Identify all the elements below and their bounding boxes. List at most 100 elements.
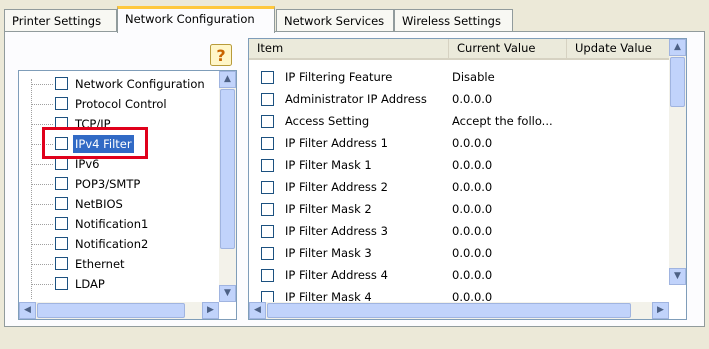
table-row[interactable]: Administrator IP Address 0.0.0.0: [249, 89, 669, 110]
tree-item-label: LDAP: [75, 277, 105, 291]
row-item: IP Filtering Feature: [285, 70, 393, 84]
row-checkbox[interactable]: [261, 269, 274, 282]
status-bar: [0, 327, 709, 349]
row-checkbox[interactable]: [261, 247, 274, 260]
table-row[interactable]: IP Filter Mask 3 0.0.0.0: [249, 243, 669, 264]
row-current-value: Disable: [452, 70, 495, 84]
row-item: IP Filter Address 4: [285, 268, 388, 282]
tab-printer-settings[interactable]: Printer Settings: [4, 9, 117, 31]
tree-item-label: POP3/SMTP: [75, 177, 141, 191]
row-current-value: 0.0.0.0: [452, 202, 493, 216]
tab-label: Network Services: [284, 14, 385, 28]
list-horizontal-scrollbar[interactable]: ◀ ▶: [249, 302, 669, 319]
row-current-value: 0.0.0.0: [452, 136, 493, 150]
tree-checkbox[interactable]: [55, 237, 68, 250]
row-item: IP Filter Address 2: [285, 180, 388, 194]
tab-label: Wireless Settings: [402, 14, 501, 28]
scroll-right-arrow-icon[interactable]: ▶: [202, 302, 219, 319]
settings-tree: Network Configuration Protocol Control T…: [18, 70, 237, 320]
column-label: Update Value: [575, 41, 652, 55]
row-item: Access Setting: [285, 114, 370, 128]
tree-checkbox[interactable]: [55, 277, 68, 290]
column-header-current-value[interactable]: Current Value: [449, 39, 567, 58]
row-item: Administrator IP Address: [285, 92, 427, 106]
scroll-left-arrow-icon[interactable]: ◀: [249, 302, 266, 319]
tree-checkbox[interactable]: [55, 217, 68, 230]
scroll-down-arrow-icon[interactable]: ▼: [219, 285, 236, 302]
row-current-value: 0.0.0.0: [452, 180, 493, 194]
row-checkbox[interactable]: [261, 159, 274, 172]
row-current-value: 0.0.0.0: [452, 246, 493, 260]
tree-item-label: Network Configuration: [75, 77, 205, 91]
row-current-value: 0.0.0.0: [452, 158, 493, 172]
column-label: Item: [257, 41, 284, 55]
tree-item-label: Ethernet: [75, 257, 125, 271]
highlight-box: [42, 127, 148, 159]
tab-label: Network Configuration: [125, 12, 255, 26]
scrollbar-thumb[interactable]: [220, 89, 235, 249]
tree-horizontal-scrollbar[interactable]: ◀ ▶: [19, 302, 219, 319]
table-row[interactable]: IP Filter Mask 2 0.0.0.0: [249, 199, 669, 220]
tree-item-label: Protocol Control: [75, 97, 167, 111]
row-item: IP Filter Mask 3: [285, 246, 372, 260]
tree-checkbox[interactable]: [55, 77, 68, 90]
tab-network-services[interactable]: Network Services: [276, 9, 394, 31]
tree-connector: [31, 244, 53, 245]
tab-wireless-settings[interactable]: Wireless Settings: [394, 9, 513, 31]
scroll-down-arrow-icon[interactable]: ▼: [669, 268, 686, 285]
tree-checkbox[interactable]: [55, 197, 68, 210]
row-current-value: Accept the follo...: [452, 114, 553, 128]
row-item: IP Filter Mask 1: [285, 158, 372, 172]
scroll-right-arrow-icon[interactable]: ▶: [652, 302, 669, 319]
row-current-value: 0.0.0.0: [452, 224, 493, 238]
row-checkbox[interactable]: [261, 93, 274, 106]
tab-network-configuration[interactable]: Network Configuration: [117, 6, 275, 33]
tab-label: Printer Settings: [12, 14, 102, 28]
table-row[interactable]: Access Setting Accept the follo...: [249, 111, 669, 132]
tree-item-label: Notification1: [75, 217, 149, 231]
table-row[interactable]: IP Filter Address 4 0.0.0.0: [249, 265, 669, 286]
tree-checkbox[interactable]: [55, 177, 68, 190]
row-current-value: 0.0.0.0: [452, 268, 493, 282]
tree-connector: [31, 124, 53, 125]
tree-vertical-scrollbar[interactable]: ▲ ▼: [219, 71, 236, 302]
tree-connector: [31, 164, 53, 165]
scrollbar-thumb[interactable]: [267, 303, 631, 318]
row-checkbox[interactable]: [261, 71, 274, 84]
tree-connector: [31, 284, 53, 285]
tree-checkbox[interactable]: [55, 97, 68, 110]
table-row[interactable]: IP Filter Mask 1 0.0.0.0: [249, 155, 669, 176]
settings-list: Item Current Value Update Value IP Filte…: [248, 38, 687, 320]
column-header-item[interactable]: Item: [249, 39, 449, 58]
scrollbar-thumb[interactable]: [37, 303, 185, 318]
row-checkbox[interactable]: [261, 137, 274, 150]
row-checkbox[interactable]: [261, 181, 274, 194]
row-checkbox[interactable]: [261, 225, 274, 238]
tab-strip: Printer Settings Network Configuration N…: [4, 6, 709, 33]
table-row[interactable]: IP Filtering Feature Disable: [249, 67, 669, 88]
scroll-left-arrow-icon[interactable]: ◀: [19, 302, 36, 319]
warning-icon[interactable]: ?: [210, 44, 232, 66]
row-item: IP Filter Address 1: [285, 136, 388, 150]
scrollbar-thumb[interactable]: [670, 57, 685, 107]
svg-text:?: ?: [216, 46, 225, 65]
table-row[interactable]: IP Filter Address 1 0.0.0.0: [249, 133, 669, 154]
scroll-up-arrow-icon[interactable]: ▲: [219, 71, 236, 88]
scroll-up-arrow-icon[interactable]: ▲: [669, 39, 686, 56]
tree-connector: [31, 204, 53, 205]
row-checkbox[interactable]: [261, 203, 274, 216]
table-row[interactable]: IP Filter Address 2 0.0.0.0: [249, 177, 669, 198]
tree-connector: [31, 224, 53, 225]
tree-connector: [31, 184, 53, 185]
column-header-update-value[interactable]: Update Value: [567, 39, 669, 58]
list-vertical-scrollbar[interactable]: ▲ ▼: [669, 39, 686, 285]
tree-checkbox[interactable]: [55, 257, 68, 270]
row-current-value: 0.0.0.0: [452, 92, 493, 106]
table-row[interactable]: IP Filter Address 3 0.0.0.0: [249, 221, 669, 242]
tree-item-label: NetBIOS: [75, 197, 123, 211]
row-checkbox[interactable]: [261, 115, 274, 128]
tree-connector: [31, 264, 53, 265]
tree-item-label: Notification2: [75, 237, 149, 251]
row-item: IP Filter Mask 2: [285, 202, 372, 216]
tree-connector: [31, 79, 32, 299]
